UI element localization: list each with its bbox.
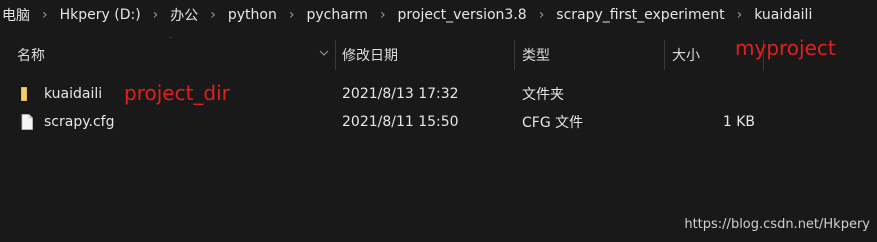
file-modified-date: 2021/8/11 15:50 <box>342 114 459 130</box>
column-header-modified[interactable]: 修改日期 <box>342 38 512 72</box>
column-header-type-label: 类型 <box>522 48 550 64</box>
breadcrumb-item-drive[interactable]: Hkpery (D:) <box>54 7 147 23</box>
column-header-name-label: 名称 <box>17 48 45 64</box>
breadcrumb-separator-icon[interactable]: › <box>283 7 301 23</box>
watermark: https://blog.csdn.net/Hkpery <box>684 217 870 232</box>
breadcrumb: 电脑 › Hkpery (D:) › 办公 › python › pycharm… <box>0 0 877 30</box>
folder-icon <box>21 87 27 101</box>
breadcrumb-item-python[interactable]: python <box>222 7 283 23</box>
annotation-project-dir: project_dir <box>124 81 230 105</box>
file-name: kuaidaili <box>44 86 103 102</box>
breadcrumb-separator-icon[interactable]: › <box>147 7 165 23</box>
breadcrumb-separator-icon[interactable]: › <box>204 7 222 23</box>
column-header-name[interactable]: 名称 <box>17 38 317 72</box>
file-icon <box>21 114 33 130</box>
breadcrumb-item-scrapy-first-experiment[interactable]: scrapy_first_experiment <box>550 7 730 23</box>
file-modified-date: 2021/8/13 17:32 <box>342 86 459 102</box>
file-type: 文件夹 <box>522 87 564 103</box>
breadcrumb-separator-icon[interactable]: › <box>533 7 551 23</box>
file-type: CFG 文件 <box>522 115 584 131</box>
breadcrumb-separator-icon[interactable]: › <box>36 7 54 23</box>
breadcrumb-item-project-version[interactable]: project_version3.8 <box>392 7 533 23</box>
breadcrumb-item-office[interactable]: 办公 <box>164 5 204 25</box>
breadcrumb-separator-icon[interactable]: › <box>374 7 392 23</box>
breadcrumb-item-kuaidaili[interactable]: kuaidaili <box>748 7 818 23</box>
breadcrumb-item-this-pc[interactable]: 电脑 <box>0 5 36 25</box>
column-header-modified-label: 修改日期 <box>342 48 398 64</box>
column-divider[interactable] <box>514 40 515 70</box>
file-row[interactable]: scrapy.cfg 2021/8/11 15:50 CFG 文件 1 KB <box>0 108 877 136</box>
breadcrumb-separator-icon[interactable]: › <box>731 7 749 23</box>
column-header-type[interactable]: 类型 <box>522 38 662 72</box>
breadcrumb-item-pycharm[interactable]: pycharm <box>300 7 373 23</box>
annotation-myproject: myproject <box>735 36 836 60</box>
column-header-size-label: 大小 <box>672 48 700 64</box>
column-divider[interactable] <box>335 40 336 70</box>
chevron-down-icon[interactable] <box>319 50 329 56</box>
file-name: scrapy.cfg <box>44 114 115 130</box>
column-divider[interactable] <box>664 40 665 70</box>
file-size: 1 KB <box>722 114 755 130</box>
